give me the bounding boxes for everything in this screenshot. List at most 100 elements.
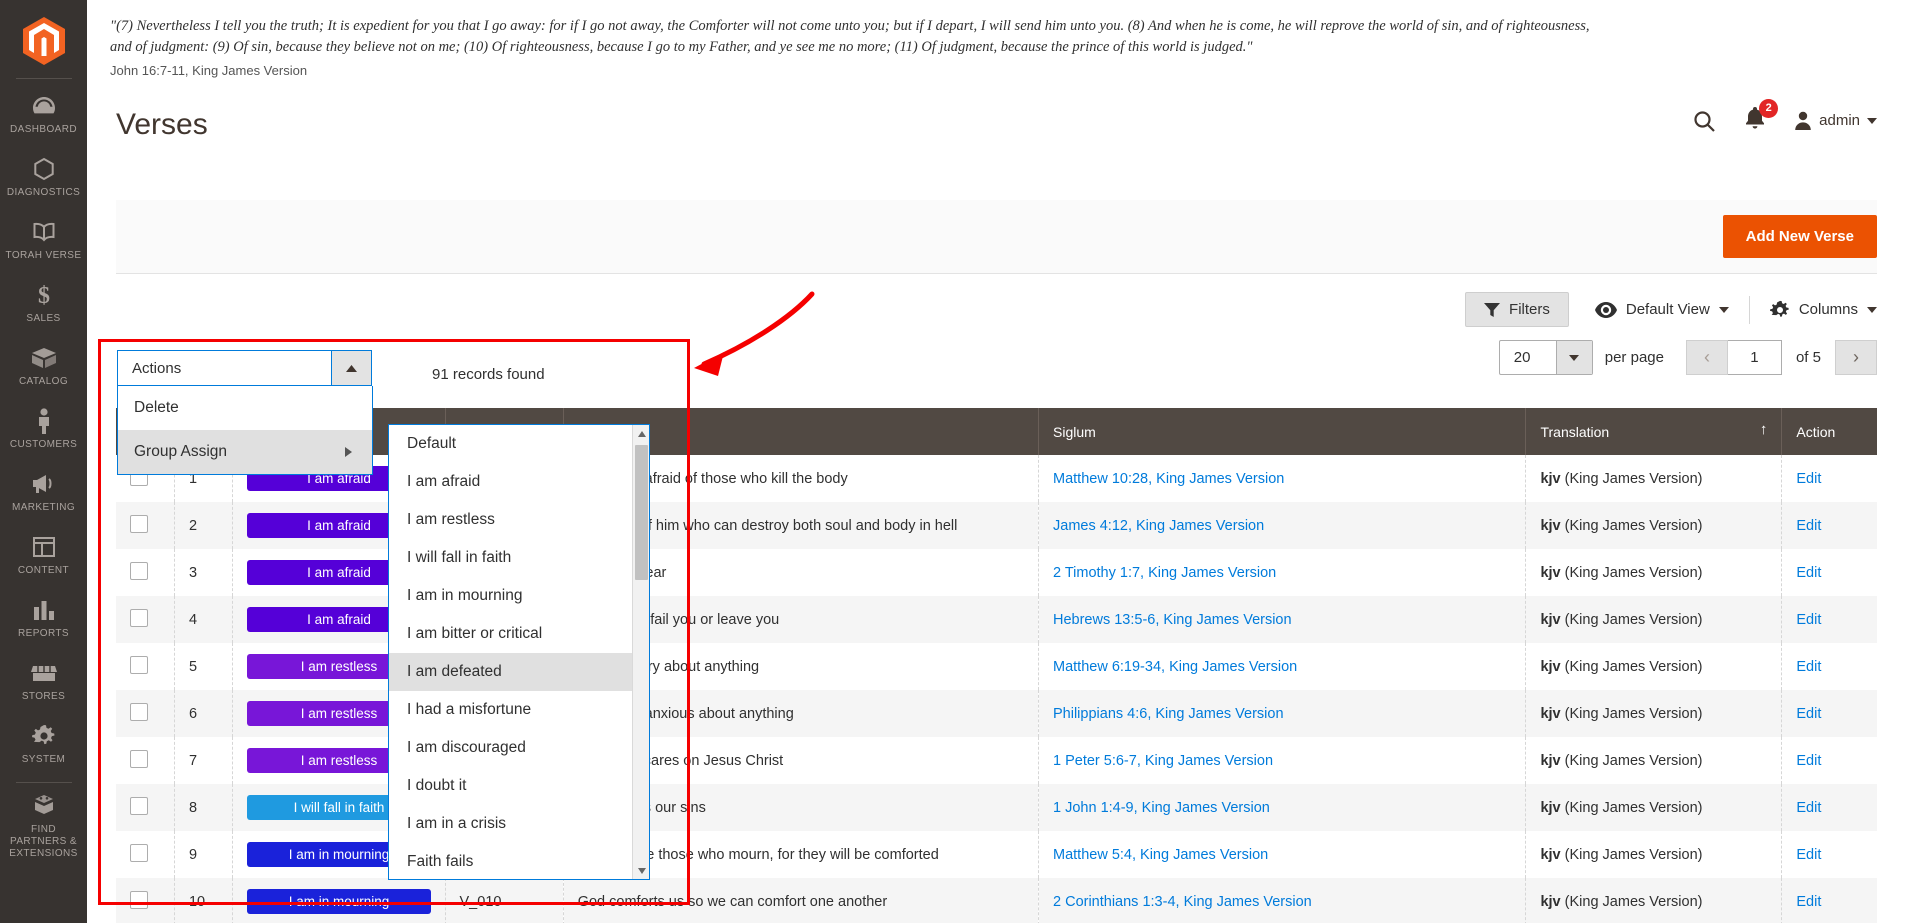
group-assign-option[interactable]: I am in a crisis — [389, 805, 632, 843]
chevron-down-icon — [1867, 306, 1877, 313]
translation-name: (King James Version) — [1560, 705, 1703, 722]
submenu-scrollbar[interactable] — [632, 425, 649, 879]
table-row[interactable]: 6I am restlessV_006Do not be anxious abo… — [116, 690, 1877, 737]
cell-id: 4 — [174, 596, 234, 643]
cell-action: Edit — [1782, 690, 1877, 737]
siglum-link[interactable]: 1 John 1:4-9, King James Version — [1053, 800, 1270, 816]
cell-action: Edit — [1782, 596, 1877, 643]
siglum-link[interactable]: Philippians 4:6, King James Version — [1053, 706, 1284, 722]
default-view-selector[interactable]: Default View — [1594, 301, 1729, 318]
scroll-up-icon[interactable] — [633, 425, 649, 442]
next-page-button[interactable]: › — [1835, 340, 1877, 375]
table-row[interactable]: 4I am afraidV_004I will never fail you o… — [116, 596, 1877, 643]
notifications-bell[interactable]: 2 — [1744, 99, 1779, 135]
filters-label: Filters — [1509, 301, 1550, 318]
row-checkbox[interactable] — [130, 890, 148, 909]
sidebar-item-label: Reports — [18, 628, 69, 639]
table-row[interactable]: 8I will fall in faithV_008He forgives ou… — [116, 784, 1877, 831]
table-row[interactable]: 10 I am in mourning V_010 God comforts us s… — [116, 878, 1877, 923]
edit-link[interactable]: Edit — [1796, 565, 1821, 581]
table-row[interactable]: 9I am in mourningV_009Blessed are those … — [116, 831, 1877, 878]
group-assign-option[interactable]: I am in mourning — [389, 577, 632, 615]
row-checkbox[interactable] — [130, 655, 148, 674]
per-page-select[interactable]: 20 — [1498, 340, 1593, 375]
siglum-link[interactable]: 1 Peter 5:6-7, King James Version — [1053, 753, 1273, 769]
sidebar-item-stores[interactable]: Stores — [0, 650, 87, 713]
group-assign-option[interactable]: I am restless — [389, 501, 632, 539]
actions-select[interactable]: Actions — [117, 350, 372, 386]
edit-link[interactable]: Edit — [1796, 847, 1821, 863]
verses-grid: ID Group Code Name Siglum Translation ↑ … — [116, 408, 1877, 923]
table-row[interactable]: 5I am restlessV_005Do not worry about an… — [116, 643, 1877, 690]
edit-link[interactable]: Edit — [1796, 800, 1821, 816]
actions-menu-item[interactable]: Group Assign — [118, 430, 372, 474]
group-assign-option[interactable]: I am discouraged — [389, 729, 632, 767]
sidebar-item-reports[interactable]: Reports — [0, 587, 87, 650]
sidebar-item-customers[interactable]: Customers — [0, 398, 87, 461]
group-assign-option[interactable]: Default — [389, 425, 632, 463]
edit-link[interactable]: Edit — [1796, 518, 1821, 534]
row-checkbox[interactable] — [130, 561, 148, 580]
sidebar-item-find-partners-extensions[interactable]: Find Partners & Extensions — [0, 787, 87, 866]
sidebar-item-torah-verse[interactable]: Torah Verse — [0, 209, 87, 272]
table-row[interactable]: 2I am afraidV_002Be afraid of him who ca… — [116, 502, 1877, 549]
siglum-link[interactable]: 2 Corinthians 1:3-4, King James Version — [1053, 894, 1312, 910]
sidebar-item-marketing[interactable]: Marketing — [0, 461, 87, 524]
sidebar-item-sales[interactable]: $ Sales — [0, 272, 87, 335]
chevron-right-icon — [345, 447, 352, 457]
actions-menu-item[interactable]: Delete — [118, 386, 372, 430]
sidebar-item-content[interactable]: Content — [0, 524, 87, 587]
group-assign-option[interactable]: I will fall in faith — [389, 539, 632, 577]
group-assign-option[interactable]: I am bitter or critical — [389, 615, 632, 653]
sidebar-item-system[interactable]: System — [0, 713, 87, 776]
siglum-link[interactable]: Matthew 10:28, King James Version — [1053, 471, 1284, 487]
table-row[interactable]: 1I am afraidV_001Do not be afraid of tho… — [116, 455, 1877, 502]
column-header-siglum[interactable]: Siglum — [1038, 408, 1527, 455]
group-assign-option[interactable]: I am afraid — [389, 463, 632, 501]
edit-link[interactable]: Edit — [1796, 659, 1821, 675]
edit-link[interactable]: Edit — [1796, 612, 1821, 628]
sidebar-item-label: Catalog — [18, 376, 69, 387]
filters-button[interactable]: Filters — [1465, 292, 1569, 327]
edit-link[interactable]: Edit — [1796, 706, 1821, 722]
edit-link[interactable]: Edit — [1796, 894, 1821, 910]
siglum-link[interactable]: 2 Timothy 1:7, King James Version — [1053, 565, 1276, 581]
group-assign-option[interactable]: I doubt it — [389, 767, 632, 805]
group-assign-option[interactable]: I had a misfortune — [389, 691, 632, 729]
previous-page-button[interactable]: ‹ — [1685, 340, 1728, 375]
magento-logo[interactable] — [0, 10, 87, 72]
add-new-verse-button[interactable]: Add New Verse — [1722, 215, 1877, 258]
row-checkbox[interactable] — [130, 608, 148, 627]
row-checkbox[interactable] — [130, 796, 148, 815]
row-checkbox[interactable] — [130, 702, 148, 721]
cell-translation: kjv (King James Version) — [1525, 596, 1783, 643]
group-assign-option[interactable]: Faith fails — [389, 843, 632, 879]
row-checkbox[interactable] — [130, 514, 148, 533]
row-checkbox[interactable] — [130, 843, 148, 862]
row-checkbox-cell — [116, 549, 175, 596]
siglum-link[interactable]: Matthew 6:19-34, King James Version — [1053, 659, 1297, 675]
column-header-translation[interactable]: Translation ↑ — [1525, 408, 1783, 455]
cell-action: Edit — [1782, 784, 1877, 831]
columns-selector[interactable]: Columns — [1769, 300, 1877, 320]
table-row[interactable]: 3I am afraidV_003A spirit of fear2 Timot… — [116, 549, 1877, 596]
sidebar-item-catalog[interactable]: Catalog — [0, 335, 87, 398]
sidebar-item-label: Stores — [21, 691, 66, 702]
search-icon[interactable] — [1692, 109, 1716, 133]
edit-link[interactable]: Edit — [1796, 753, 1821, 769]
cell-siglum: Matthew 10:28, King James Version — [1038, 455, 1527, 502]
siglum-link[interactable]: Matthew 5:4, King James Version — [1053, 847, 1268, 863]
group-assign-option[interactable]: I am defeated — [389, 653, 632, 691]
row-checkbox-cell — [116, 596, 175, 643]
sidebar-item-diagnostics[interactable]: Diagnostics — [0, 146, 87, 209]
table-row[interactable]: 7I am restlessV_007Cast your cares on Je… — [116, 737, 1877, 784]
row-checkbox[interactable] — [130, 749, 148, 768]
svg-text:$: $ — [38, 283, 50, 308]
siglum-link[interactable]: Hebrews 13:5-6, King James Version — [1053, 612, 1292, 628]
scroll-down-icon[interactable] — [633, 862, 649, 879]
page-number-input[interactable]: 1 — [1727, 340, 1782, 375]
edit-link[interactable]: Edit — [1796, 471, 1821, 487]
siglum-link[interactable]: James 4:12, King James Version — [1053, 518, 1264, 534]
user-menu[interactable]: admin — [1794, 111, 1877, 131]
scrollbar-thumb[interactable] — [635, 445, 648, 580]
